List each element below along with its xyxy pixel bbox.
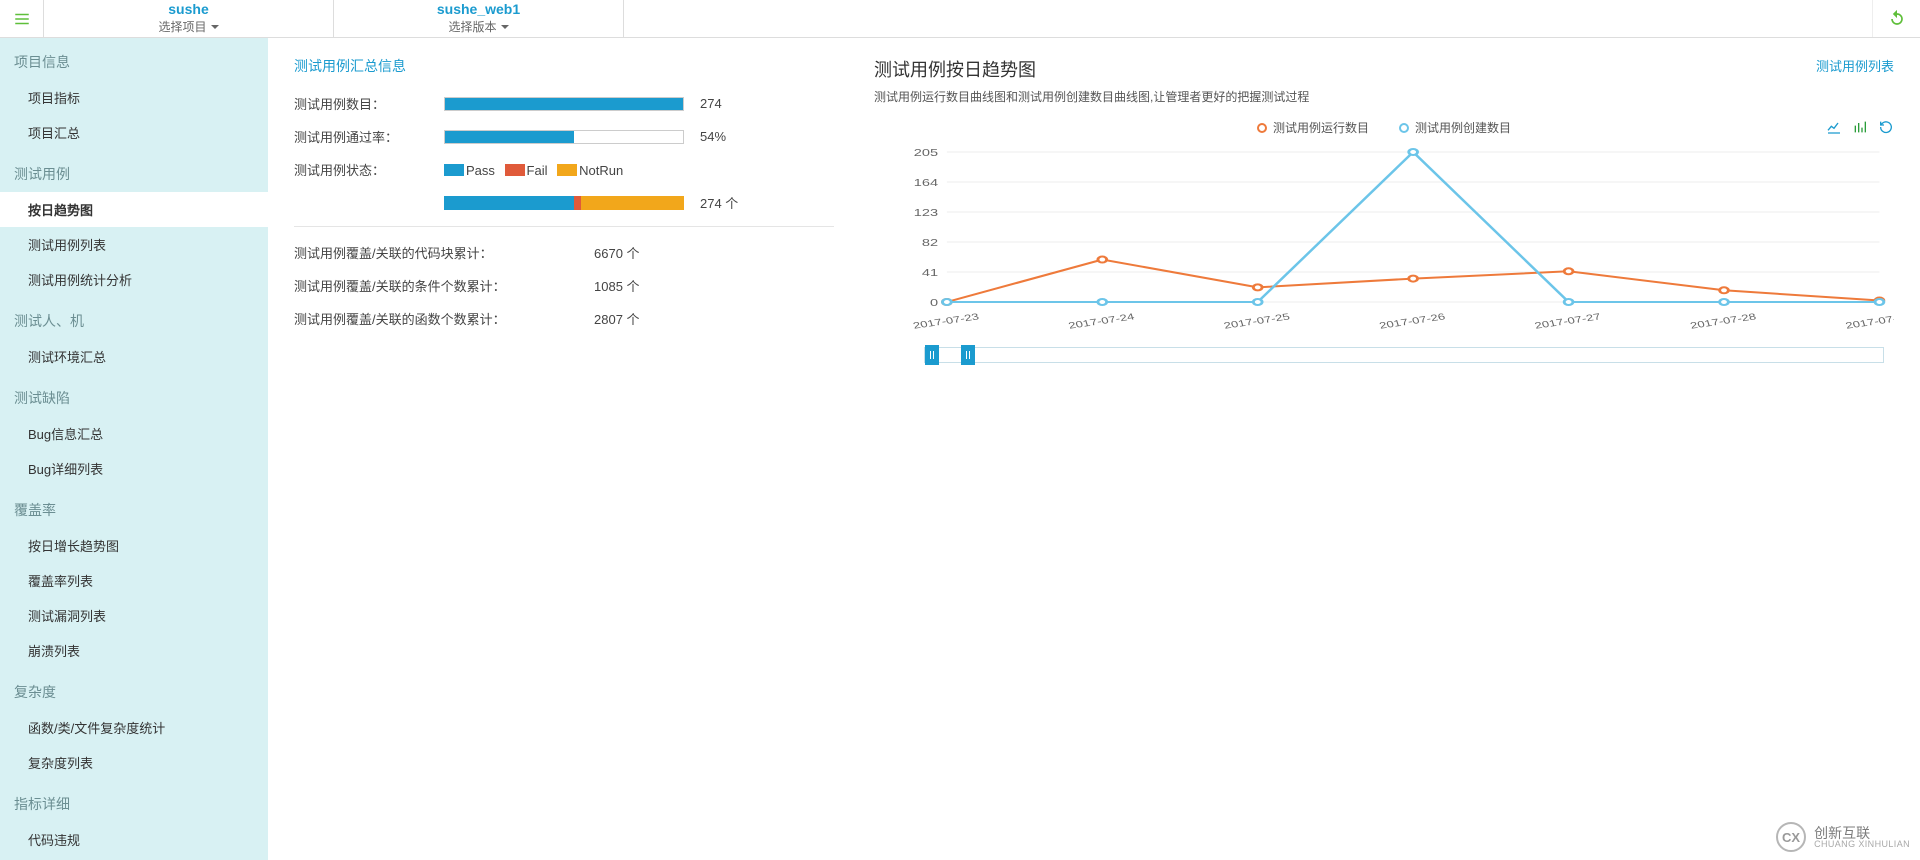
sidebar-group-tester-machine: 测试人、机: [0, 297, 268, 339]
sidebar-item-testcase-stats[interactable]: 测试用例统计分析: [0, 262, 268, 297]
row-cov-func: 测试用例覆盖/关联的函数个数累计： 2807 个: [294, 309, 834, 328]
svg-text:2017-07-28: 2017-07-28: [1689, 312, 1757, 331]
chart-range-slider[interactable]: [924, 347, 1884, 363]
row-passrate: 测试用例通过率： 54%: [294, 127, 834, 146]
swatch-fail: [505, 164, 525, 176]
swatch-pass: [444, 164, 464, 176]
legend-notrun: NotRun: [579, 163, 623, 178]
layout: 项目信息 项目指标 项目汇总 测试用例 按日趋势图 测试用例列表 测试用例统计分…: [0, 38, 1920, 860]
tab-version-sublabel: 选择版本: [448, 18, 508, 35]
svg-text:2017-07-25: 2017-07-25: [1223, 312, 1291, 331]
label-cov-func: 测试用例覆盖/关联的函数个数累计：: [294, 309, 594, 328]
svg-text:2017-07-27: 2017-07-27: [1534, 312, 1602, 331]
chart-panel: 测试用例按日趋势图 测试用例列表 测试用例运行数目曲线图和测试用例创建数目曲线图…: [874, 56, 1894, 363]
svg-text:2017-07-24: 2017-07-24: [1067, 312, 1135, 331]
chart-legend: 测试用例运行数目 测试用例创建数目: [874, 119, 1894, 136]
sidebar-item-complexity-list[interactable]: 复杂度列表: [0, 745, 268, 780]
svg-text:205: 205: [914, 147, 938, 158]
sidebar-item-coverage-list[interactable]: 覆盖率列表: [0, 563, 268, 598]
sidebar-group-coverage: 覆盖率: [0, 486, 268, 528]
row-status-bar: 274 个: [294, 193, 834, 212]
chart-subtitle: 测试用例运行数目曲线图和测试用例创建数目曲线图,让管理者更好的把握测试过程: [874, 88, 1894, 105]
summary-panel: 测试用例汇总信息 测试用例数目： 274 测试用例通过率： 54% 测试用例状态…: [294, 56, 834, 342]
row-cov-block: 测试用例覆盖/关联的代码块累计： 6670 个: [294, 243, 834, 262]
sidebar-item-bug-summary[interactable]: Bug信息汇总: [0, 416, 268, 451]
sidebar-item-complexity-stats[interactable]: 函数/类/文件复杂度统计: [0, 710, 268, 745]
sidebar-group-metric-detail: 指标详细: [0, 780, 268, 822]
sidebar-item-daily-trend[interactable]: 按日趋势图: [0, 192, 268, 227]
slider-handle-right[interactable]: [961, 345, 975, 365]
legend-marker-run-icon: [1257, 123, 1267, 133]
tab-version-name: sushe_web1: [437, 2, 520, 16]
sidebar-item-project-metrics[interactable]: 项目指标: [0, 80, 268, 115]
sidebar-item-leak-list[interactable]: 测试漏洞列表: [0, 598, 268, 633]
legend-run[interactable]: 测试用例运行数目: [1257, 119, 1369, 136]
sidebar-item-code-violation[interactable]: 代码违规: [0, 822, 268, 857]
refresh-button[interactable]: [1872, 0, 1920, 37]
tab-project[interactable]: sushe 选择项目: [44, 0, 334, 37]
chart-refresh-icon[interactable]: [1878, 119, 1894, 135]
row-testcase-count: 测试用例数目： 274: [294, 94, 834, 113]
summary-title: 测试用例汇总信息: [294, 56, 834, 76]
topbar: sushe 选择项目 sushe_web1 选择版本: [0, 0, 1920, 38]
sidebar-item-testcase-list[interactable]: 测试用例列表: [0, 227, 268, 262]
svg-text:2017-07-23: 2017-07-23: [912, 312, 980, 331]
label-cov-block: 测试用例覆盖/关联的代码块累计：: [294, 243, 594, 262]
tab-version[interactable]: sushe_web1 选择版本: [334, 0, 624, 37]
sidebar-group-complexity: 复杂度: [0, 668, 268, 710]
legend-pass: Pass: [466, 163, 495, 178]
bar-passrate: [444, 130, 684, 144]
svg-text:123: 123: [914, 207, 938, 218]
value-cov-func: 2807 个: [594, 309, 640, 328]
topbar-spacer: [624, 0, 1872, 37]
slider-handle-left[interactable]: [925, 345, 939, 365]
legend-create[interactable]: 测试用例创建数目: [1399, 119, 1511, 136]
chart-title: 测试用例按日趋势图: [874, 56, 1036, 82]
sidebar-item-env-summary[interactable]: 测试环境汇总: [0, 339, 268, 374]
label-testcase-count: 测试用例数目：: [294, 94, 444, 113]
label-cov-cond: 测试用例覆盖/关联的条件个数累计：: [294, 276, 594, 295]
testcase-list-link[interactable]: 测试用例列表: [1816, 56, 1894, 75]
bar-status-stacked: [444, 196, 684, 210]
label-passrate: 测试用例通过率：: [294, 127, 444, 146]
sidebar-item-coverage-trend[interactable]: 按日增长趋势图: [0, 528, 268, 563]
value-cov-block: 6670 个: [594, 243, 640, 262]
sidebar-item-project-summary[interactable]: 项目汇总: [0, 115, 268, 150]
tab-project-sublabel: 选择项目: [158, 18, 218, 35]
chart-wrap: 测试用例运行数目 测试用例创建数目 0 41 82 123 164 205 2017-07-…: [874, 119, 1894, 363]
chart-tools: [1826, 119, 1894, 135]
chart-line-icon[interactable]: [1826, 119, 1842, 135]
label-status: 测试用例状态：: [294, 160, 444, 179]
refresh-icon: [1887, 9, 1907, 29]
svg-text:0: 0: [930, 297, 938, 308]
sidebar-group-project-info: 项目信息: [0, 38, 268, 80]
value-passrate: 54%: [700, 129, 726, 144]
value-testcase-count: 274: [700, 96, 722, 111]
sidebar-item-bug-list[interactable]: Bug详细列表: [0, 451, 268, 486]
sidebar-group-defects: 测试缺陷: [0, 374, 268, 416]
svg-text:41: 41: [922, 267, 938, 278]
swatch-notrun: [557, 164, 577, 176]
svg-text:2017-07-26: 2017-07-26: [1378, 312, 1446, 331]
svg-text:2017-07-29: 2017-07-29: [1844, 312, 1894, 331]
svg-text:82: 82: [922, 237, 938, 248]
row-status-legend: 测试用例状态： Pass Fail NotRun: [294, 160, 834, 179]
value-status: 274 个: [700, 193, 738, 212]
menu-icon: [13, 10, 31, 28]
sidebar-group-testcase: 测试用例: [0, 150, 268, 192]
row-cov-cond: 测试用例覆盖/关联的条件个数累计： 1085 个: [294, 276, 834, 295]
sidebar[interactable]: 项目信息 项目指标 项目汇总 测试用例 按日趋势图 测试用例列表 测试用例统计分…: [0, 38, 268, 860]
bar-testcase-count: [444, 97, 684, 111]
legend-fail: Fail: [527, 163, 548, 178]
value-cov-cond: 1085 个: [594, 276, 640, 295]
menu-toggle-button[interactable]: [0, 0, 44, 37]
chart-bar-icon[interactable]: [1852, 119, 1868, 135]
divider: [294, 226, 834, 227]
trend-chart[interactable]: 0 41 82 123 164 205 2017-07-23 2017-07-24 2017-0…: [874, 142, 1894, 332]
sidebar-item-crash-list[interactable]: 崩溃列表: [0, 633, 268, 668]
tab-project-name: sushe: [168, 2, 208, 16]
svg-text:164: 164: [914, 177, 938, 188]
content: 测试用例汇总信息 测试用例数目： 274 测试用例通过率： 54% 测试用例状态…: [268, 38, 1920, 860]
legend-marker-create-icon: [1399, 123, 1409, 133]
